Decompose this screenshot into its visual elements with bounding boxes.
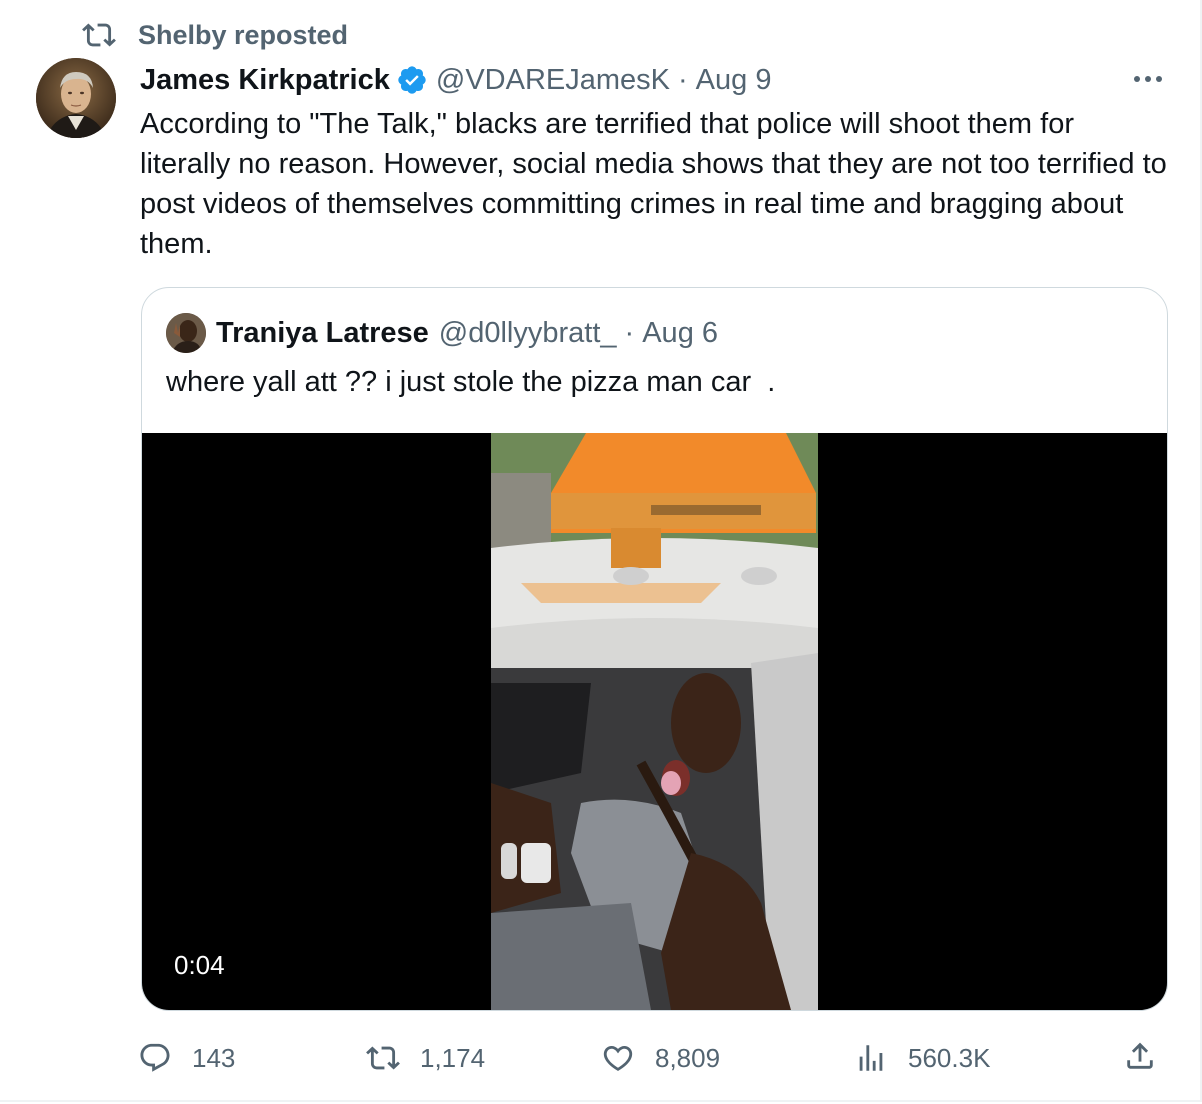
share-icon	[1127, 1042, 1153, 1069]
heart-icon	[603, 1045, 633, 1071]
tweet-date[interactable]: Aug 9	[696, 64, 772, 97]
repost-count: 1,174	[420, 1042, 486, 1073]
separator-dot: ·	[678, 63, 688, 96]
more-options-button[interactable]	[1128, 62, 1168, 96]
repost-icon	[82, 23, 116, 47]
video-player[interactable]: 0:04	[142, 433, 1167, 1010]
share-button[interactable]	[1123, 1039, 1157, 1078]
views-button[interactable]: 560.3K	[854, 1036, 990, 1080]
repost-indicator: Shelby reposted	[82, 18, 348, 52]
reply-icon	[140, 1043, 170, 1072]
video-duration: 0:04	[174, 950, 225, 980]
quoted-tweet[interactable]: Traniya Latrese @d0llyybratt_ · Aug 6 wh…	[141, 287, 1168, 1011]
quoted-tweet-text: where yall att ?? i just stole the pizza…	[166, 366, 776, 398]
quoted-tweet-date[interactable]: Aug 6	[642, 317, 718, 350]
tweet-card[interactable]: Shelby reposted James Kirkpatrick @VDARE…	[0, 0, 1202, 1102]
quoted-author-avatar[interactable]	[166, 313, 206, 353]
quoted-author-name[interactable]: Traniya Latrese	[216, 317, 429, 350]
video-thumbnail	[491, 433, 818, 1010]
author-handle[interactable]: @VDAREJamesK	[436, 64, 670, 97]
like-count: 8,809	[655, 1042, 721, 1073]
author-name[interactable]: James Kirkpatrick	[140, 64, 390, 97]
repost-label[interactable]: Shelby reposted	[138, 20, 348, 51]
repost-icon	[366, 1046, 400, 1070]
tweet-actions: 143 1,174 8,809 560.3K	[138, 1036, 1168, 1080]
more-icon	[1134, 76, 1162, 82]
views-count: 560.3K	[908, 1042, 991, 1073]
tweet-header: James Kirkpatrick @VDAREJamesK · Aug 9	[140, 60, 771, 100]
quoted-tweet-header: Traniya Latrese @d0llyybratt_ · Aug 6	[166, 312, 718, 354]
reply-button[interactable]: 143	[138, 1036, 235, 1080]
quoted-separator-dot: ·	[624, 316, 635, 349]
views-chart-icon	[859, 1045, 883, 1071]
reply-count: 143	[192, 1042, 236, 1073]
author-avatar[interactable]	[36, 58, 116, 138]
quoted-author-handle[interactable]: @d0llyybratt_	[439, 317, 617, 350]
tweet-text: According to "The Talk," blacks are terr…	[140, 108, 1167, 260]
like-button[interactable]: 8,809	[601, 1036, 720, 1080]
repost-button[interactable]: 1,174	[366, 1036, 485, 1080]
verified-badge-icon[interactable]	[396, 64, 428, 96]
